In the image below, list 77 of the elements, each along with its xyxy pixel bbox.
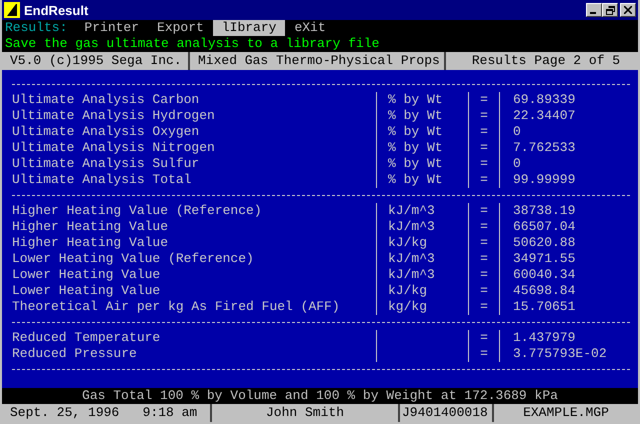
value-cell-text: 38738.19 xyxy=(512,203,576,219)
restore-icon xyxy=(606,6,614,14)
equals-sign: = xyxy=(468,203,500,219)
equals-sign: = xyxy=(468,124,500,140)
result-label: Ultimate Analysis Oxygen xyxy=(12,124,200,140)
menu-item[interactable]: Printer xyxy=(75,20,148,36)
value-cell-text: 66507.04 xyxy=(512,219,576,235)
equals-sign: = xyxy=(468,219,500,235)
value-cell-text: 0 xyxy=(512,124,522,140)
unit-cell: % by Wt xyxy=(376,156,468,172)
result-label: Lower Heating Value (Reference) xyxy=(12,251,255,267)
value-cell-text: 99.99999 xyxy=(512,172,576,188)
app-icon xyxy=(4,2,20,18)
equals-sign: = xyxy=(468,299,500,315)
equals-sign: = xyxy=(468,346,500,362)
result-label: Lower Heating Value xyxy=(12,283,162,299)
equals-sign: = xyxy=(468,251,500,267)
result-label: Reduced Pressure xyxy=(12,346,138,362)
close-icon xyxy=(624,6,632,14)
restore-button[interactable] xyxy=(602,3,618,17)
unit-cell: % by Wt xyxy=(376,108,468,124)
unit-cell: kJ/m^3 xyxy=(376,203,468,219)
menu-item[interactable]: lIbrary xyxy=(212,20,286,36)
unit-cell: % by Wt xyxy=(376,92,468,108)
value-cell-text: 3.775793E-02 xyxy=(512,346,608,362)
value-cell-text: 45698.84 xyxy=(512,283,576,299)
status-panel: Sept. 25, 1996 9:18 am xyxy=(2,404,210,422)
equals-sign: = xyxy=(468,156,500,172)
result-label: Higher Heating Value xyxy=(12,235,170,251)
equals-sign: = xyxy=(468,235,500,251)
unit-cell: % by Wt xyxy=(376,124,468,140)
equals-sign: = xyxy=(468,172,500,188)
equals-sign: = xyxy=(468,330,500,346)
result-label: Higher Heating Value xyxy=(12,219,170,235)
unit-cell: kJ/kg xyxy=(376,283,468,299)
value-cell-text: 22.34407 xyxy=(512,108,576,124)
equals-sign: = xyxy=(468,283,500,299)
unit-cell: % by Wt xyxy=(376,140,468,156)
equals-sign: = xyxy=(468,92,500,108)
result-label: Lower Heating Value xyxy=(12,267,162,283)
value-cell-text: 50620.88 xyxy=(512,235,576,251)
window-title: EndResult xyxy=(24,2,90,18)
value-cell-text: 1.437979 xyxy=(512,330,576,346)
result-label: Ultimate Analysis Hydrogen xyxy=(12,108,216,124)
close-button[interactable] xyxy=(620,3,636,17)
info-panel: Results Page 2 of 5 xyxy=(446,52,638,70)
result-label: Ultimate Analysis Total xyxy=(12,172,192,188)
value-cell-text: 69.89339 xyxy=(512,92,576,108)
menu-item[interactable]: eXit xyxy=(285,20,335,36)
unit-cell: kJ/m^3 xyxy=(376,267,468,283)
result-label: Ultimate Analysis Nitrogen xyxy=(12,140,216,156)
minimize-button[interactable] xyxy=(586,3,602,17)
equals-sign: = xyxy=(468,108,500,124)
equals-sign: = xyxy=(468,267,500,283)
result-label: Higher Heating Value (Reference) xyxy=(12,203,263,219)
value-cell-text: 7.762533 xyxy=(512,140,576,156)
unit-cell: % by Wt xyxy=(376,172,468,188)
result-label: Reduced Temperature xyxy=(12,330,162,346)
result-label: Theoretical Air per kg As Fired Fuel (AFF) xyxy=(12,299,341,315)
equals-sign: = xyxy=(468,140,500,156)
value-cell-text: 0 xyxy=(512,156,522,172)
status-panel: John Smith xyxy=(212,404,398,422)
unit-cell: kg/kg xyxy=(376,299,468,315)
value-cell-text: 60040.34 xyxy=(512,267,576,283)
unit-cell: kJ/kg xyxy=(376,235,468,251)
value-cell-text: 15.70651 xyxy=(512,299,576,315)
result-label: Ultimate Analysis Sulfur xyxy=(12,156,200,172)
unit-cell: kJ/m^3 xyxy=(376,251,468,267)
info-panel: V5.0 (c)1995 Sega Inc. xyxy=(2,52,188,70)
value-cell-text: 34971.55 xyxy=(512,251,576,267)
result-label: Ultimate Analysis Carbon xyxy=(12,92,200,108)
info-panel: Mixed Gas Thermo-Physical Props xyxy=(190,52,444,70)
unit-cell: kJ/m^3 xyxy=(376,219,468,235)
menu-item[interactable]: Export xyxy=(148,20,213,36)
menu-label: Results: xyxy=(5,20,68,36)
status-panel: J9401400018 xyxy=(400,404,492,422)
status-panel: EXAMPLE.MGP xyxy=(494,404,638,422)
